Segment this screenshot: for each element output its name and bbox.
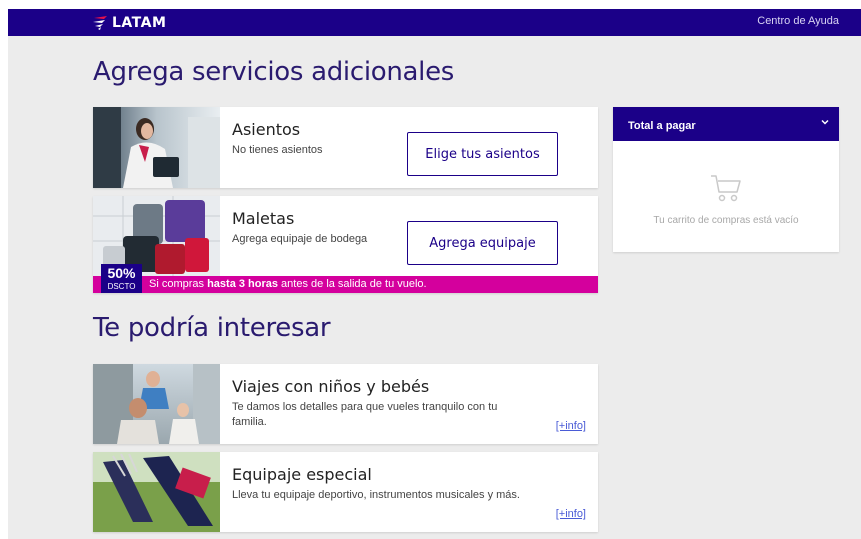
seats-card: Asientos No tienes asientos Elige tus as… <box>93 107 598 188</box>
promo-text-bold: hasta 3 horas <box>207 278 278 290</box>
shopping-cart-icon <box>711 175 741 202</box>
cart-panel: Total a pagar Tu carrito de compras está… <box>613 107 839 252</box>
latam-logo[interactable]: LATAM <box>92 13 166 32</box>
kids-travel-title: Viajes con niños y bebés <box>232 377 430 396</box>
latam-bird-icon <box>93 16 107 30</box>
kids-travel-image <box>93 364 220 444</box>
discount-badge: 50% DSCTO <box>101 264 142 293</box>
promo-banner: Si compras hasta 3 horas antes de la sal… <box>93 276 598 293</box>
special-baggage-image <box>93 452 220 532</box>
cart-header[interactable]: Total a pagar <box>613 107 839 141</box>
chevron-down-icon[interactable] <box>820 117 830 127</box>
brand-name: LATAM <box>112 14 167 31</box>
promo-text-suffix: antes de la salida de tu vuelo. <box>278 278 427 290</box>
special-baggage-card: Equipaje especial Lleva tu equipaje depo… <box>93 452 598 532</box>
kids-travel-card: Viajes con niños y bebés Te damos los de… <box>93 364 598 444</box>
special-baggage-subtitle: Lleva tu equipaje deportivo, instrumento… <box>232 489 520 501</box>
discount-percent: 50% <box>107 265 136 281</box>
cart-title: Total a pagar <box>628 120 696 132</box>
special-baggage-info-link[interactable]: [+info] <box>556 508 586 520</box>
discount-label: DSCTO <box>107 282 136 291</box>
page: LATAM Centro de Ayuda Agrega servicios a… <box>8 9 861 539</box>
kids-travel-info-link[interactable]: [+info] <box>556 420 586 432</box>
special-baggage-title: Equipaje especial <box>232 465 372 484</box>
choose-seats-button[interactable]: Elige tus asientos <box>407 132 558 176</box>
add-baggage-button[interactable]: Agrega equipaje <box>407 221 558 265</box>
top-bar: LATAM Centro de Ayuda <box>8 9 861 36</box>
interest-title: Te podría interesar <box>93 313 331 343</box>
help-center-link[interactable]: Centro de Ayuda <box>757 15 839 27</box>
cart-empty-message: Tu carrito de compras está vacío <box>653 215 799 226</box>
page-title: Agrega servicios adicionales <box>93 57 455 87</box>
kids-travel-subtitle: Te damos los detalles para que vueles tr… <box>232 401 498 428</box>
seats-image <box>93 107 220 188</box>
promo-text-prefix: Si compras <box>149 278 208 290</box>
